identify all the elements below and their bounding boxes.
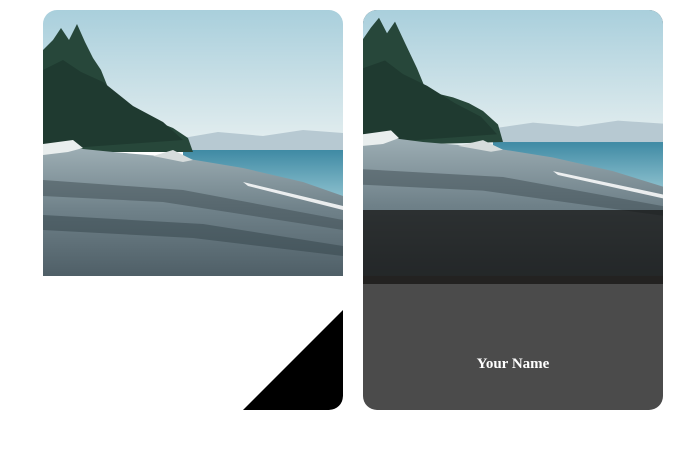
photo-dark-overlay [363, 210, 663, 284]
beach-photo-image [43, 10, 343, 276]
corner-triangle-decoration [243, 310, 343, 410]
name-label[interactable]: Your Name [363, 356, 663, 373]
left-card[interactable] [43, 10, 343, 410]
right-card-photo [363, 10, 663, 284]
left-card-photo [43, 10, 343, 276]
right-card[interactable]: Your Name [363, 10, 663, 410]
canvas: Your Name [0, 0, 693, 456]
